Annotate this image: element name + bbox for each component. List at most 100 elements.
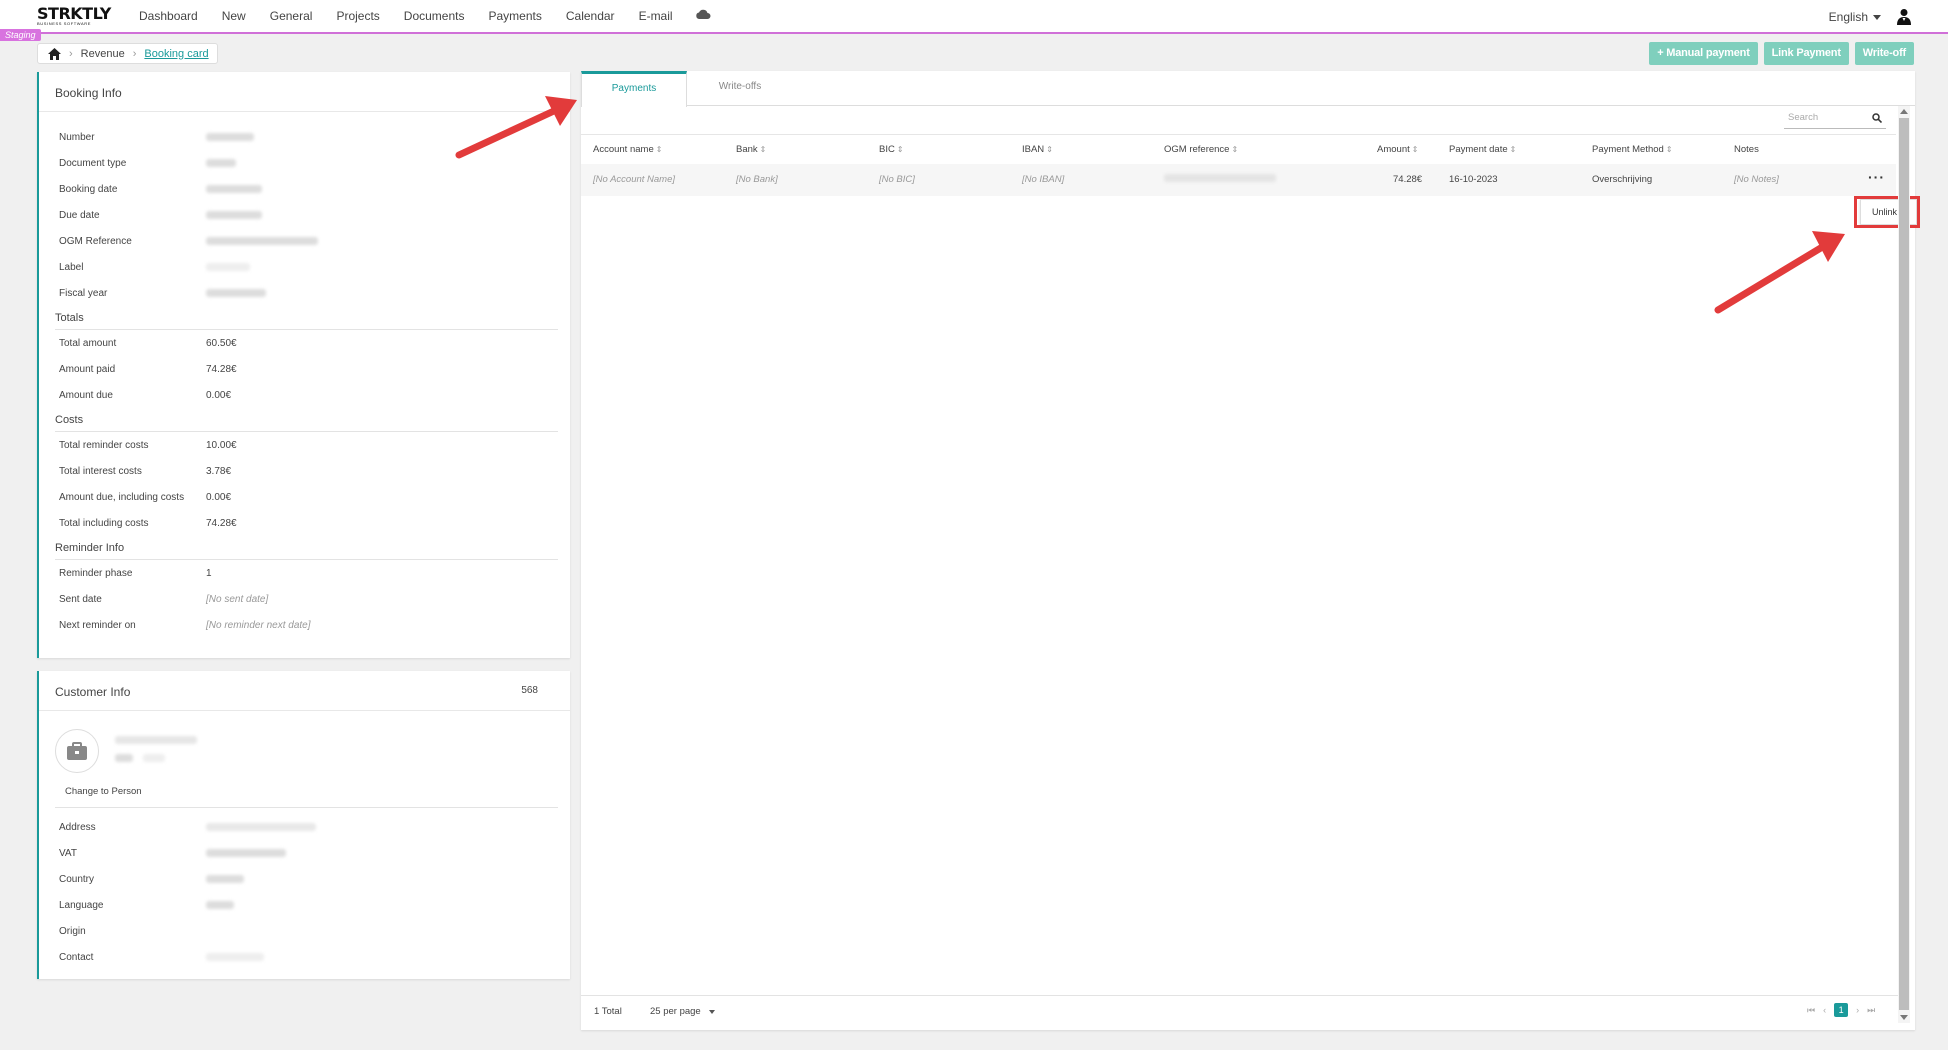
nav-item-documents[interactable]: Documents [392,0,477,32]
more-icon[interactable]: ··· [1868,170,1885,184]
scroll-thumb[interactable] [1899,118,1909,1010]
sort-icon: ⇕ [1231,145,1239,154]
nav-item-email[interactable]: E-mail [627,0,685,32]
column-header-account-name[interactable]: Account name ⇕ [593,135,662,165]
column-header-bic[interactable]: BIC ⇕ [879,135,904,165]
cell-payment-method: Overschrijving [1592,174,1653,185]
sort-icon: ⇕ [1665,145,1673,154]
main-nav: Dashboard New General Projects Documents… [127,0,685,32]
field-due-date: Due date [39,202,570,228]
customer-info-header: Customer Info 568 [39,671,570,711]
sort-icon: ⇕ [896,145,904,154]
column-header-notes[interactable]: Notes [1734,135,1759,165]
column-header-payment-method[interactable]: Payment Method ⇕ [1592,135,1673,165]
scrollbar[interactable] [1898,106,1910,1023]
avatar [55,729,99,773]
column-header-payment-date[interactable]: Payment date ⇕ [1449,135,1516,165]
reminder-costs-row: Total reminder costs 10.00€ [59,439,237,451]
nav-item-calendar[interactable]: Calendar [554,0,627,32]
column-header-bank[interactable]: Bank ⇕ [736,135,766,165]
reminder-phase-row: Reminder phase 1 [59,567,212,579]
totals-section-title: Totals [55,312,558,330]
action-buttons: + Manual payment Link Payment Write-off [1649,42,1914,65]
field-label: Label [39,254,570,280]
tab-write-offs[interactable]: Write-offs [687,71,793,107]
column-header-ogm-reference[interactable]: OGM reference ⇕ [1164,135,1238,165]
language-label: English [1828,10,1868,24]
table-row[interactable]: [No Account Name] [No Bank] [No BIC] [No… [581,164,1896,196]
nav-item-payments[interactable]: Payments [477,0,554,32]
tab-bar: Payments Write-offs [581,71,1915,107]
manual-payment-button[interactable]: + Manual payment [1649,42,1758,65]
cell-payment-date: 16-10-2023 [1449,174,1498,185]
redacted-value [206,237,318,245]
booking-info-title: Booking Info [39,72,570,112]
nav-item-new[interactable]: New [210,0,258,32]
change-to-person-link[interactable]: Change to Person [65,786,142,797]
breadcrumb-separator: › [132,47,137,60]
booking-info-card: Booking Info Number Document type Bookin… [37,72,570,658]
customer-fields: Address VAT Country Language Origin Cont… [39,814,572,970]
table-footer: 1 Total 25 per page ⏮ ‹ 1 › ⏭ [581,995,1898,1030]
cell-iban: [No IBAN] [1022,174,1065,185]
breadcrumb-booking-card[interactable]: Booking card [144,48,208,60]
divider [55,807,558,808]
field-ogm-reference: OGM Reference [39,228,570,254]
redacted-value [206,849,286,857]
redacted-value [206,289,266,297]
nav-item-projects[interactable]: Projects [324,0,391,32]
home-icon[interactable] [48,47,61,60]
redacted-value [143,754,165,762]
nav-item-dashboard[interactable]: Dashboard [127,0,210,32]
page-number[interactable]: 1 [1834,1003,1849,1017]
table-header: Account name ⇕ Bank ⇕ BIC ⇕ IBAN ⇕ OGM refer… [581,134,1896,164]
language-selector[interactable]: English [1829,10,1881,24]
breadcrumb-separator: › [69,47,73,60]
prev-page-icon[interactable]: ‹ [1823,1005,1826,1015]
first-page-icon[interactable]: ⏮ [1807,1005,1815,1016]
link-payment-button[interactable]: Link Payment [1763,42,1849,65]
staging-badge: Staging [0,29,41,41]
last-page-icon[interactable]: ⏭ [1867,1005,1875,1016]
amount-paid-row: Amount paid 74.28€ [59,363,237,375]
search-icon[interactable] [1872,112,1882,123]
redacted-value [206,263,250,271]
cloud-icon[interactable] [695,9,711,19]
redacted-value [1164,174,1276,182]
scroll-up-arrow[interactable] [1900,109,1908,114]
customer-info-card: Customer Info 568 Change to Person Addre… [37,671,570,979]
payments-panel: Payments Write-offs Account name⇕ Bank⇕ … [581,71,1920,1030]
field-number: Number [39,124,570,150]
costs-section-title: Costs [55,414,558,432]
field-address: Address [39,814,572,840]
search-input[interactable] [1788,112,1858,123]
write-off-button[interactable]: Write-off [1854,42,1914,65]
scroll-down-arrow[interactable] [1900,1015,1908,1020]
nav-item-general[interactable]: General [258,0,325,32]
sort-icon: ⇕ [1046,145,1053,154]
next-page-icon[interactable]: › [1856,1005,1859,1015]
customer-info-title: Customer Info [55,685,131,699]
column-header-amount[interactable]: Amount ⇕ [1377,135,1418,165]
field-origin: Origin [59,925,86,937]
logo[interactable]: STRKTLY BUSINESS SOFTWARE [37,4,111,27]
sort-icon: ⇕ [1509,145,1517,154]
sort-icon: ⇕ [1411,145,1419,154]
cell-bank: [No Bank] [736,174,778,185]
per-page-selector[interactable]: 25 per page [650,1006,715,1017]
redacted-value [115,754,133,762]
reminder-section-title: Reminder Info [55,542,558,560]
logo-text: STRKTLY [37,4,111,23]
redacted-value [206,823,316,831]
logo-subtext: BUSINESS SOFTWARE [37,21,92,26]
user-icon[interactable] [1896,8,1912,25]
cell-notes: [No Notes] [1734,174,1779,185]
tab-payments[interactable]: Payments [581,71,687,107]
redacted-value [206,133,254,141]
column-header-iban[interactable]: IBAN ⇕ [1022,135,1053,165]
breadcrumb-revenue[interactable]: Revenue [81,48,125,60]
briefcase-icon [67,742,87,760]
field-document-type: Document type [39,150,570,176]
field-country: Country [39,866,572,892]
total-amount-row: Total amount 60.50€ [59,337,237,349]
